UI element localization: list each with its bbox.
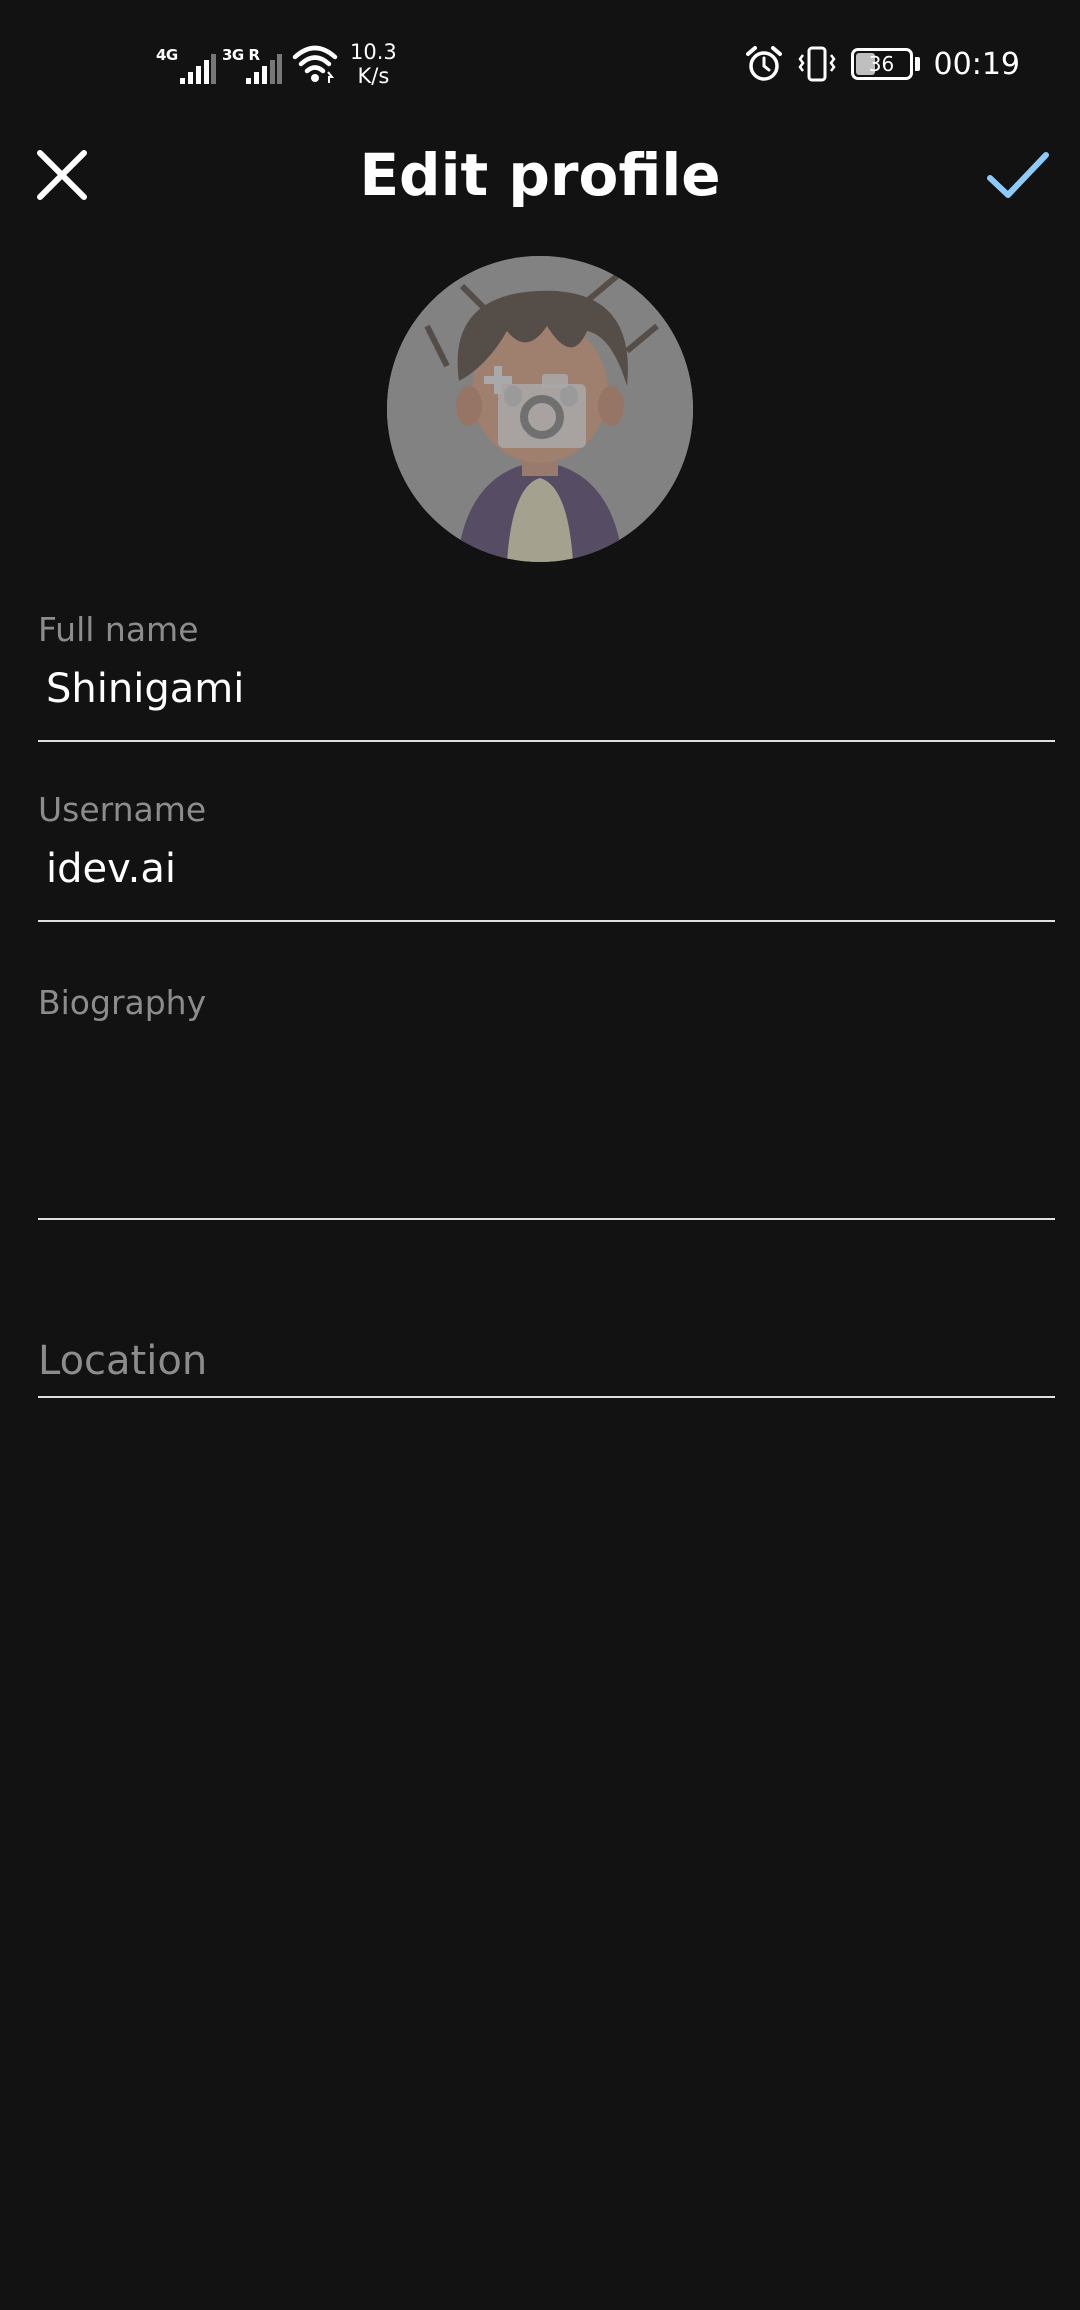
signal-bars-icon — [246, 54, 282, 84]
alarm-icon — [745, 46, 782, 81]
signal-3g: 3G R — [222, 40, 282, 88]
status-bar: 4G 3G R 10.3 K/s 36 00:19 — [0, 0, 1080, 125]
network-speed-unit: K/s — [357, 64, 390, 88]
location-placeholder: Location — [38, 1338, 208, 1384]
biography-input[interactable] — [46, 1045, 1036, 1195]
network-type-label: 4G — [156, 46, 178, 64]
wifi-icon — [292, 45, 338, 83]
page-title: Edit profile — [359, 141, 721, 209]
clock: 00:19 — [933, 46, 1020, 82]
full-name-field[interactable]: Full name — [38, 600, 1055, 742]
top-app-bar: Edit profile — [0, 125, 1080, 225]
battery-level: 36 — [868, 52, 895, 76]
battery-icon: 36 — [850, 48, 913, 80]
username-input[interactable] — [46, 846, 1036, 892]
profile-avatar[interactable] — [387, 256, 693, 562]
biography-field[interactable]: Biography — [38, 975, 1055, 1220]
save-button[interactable] — [982, 143, 1054, 207]
full-name-input[interactable] — [46, 666, 1036, 712]
signal-bars-icon — [180, 54, 216, 84]
status-right: 36 00:19 — [731, 40, 1020, 88]
status-left: 4G 3G R 10.3 K/s — [156, 36, 397, 92]
add-photo-icon — [484, 366, 586, 448]
check-icon — [987, 152, 1049, 198]
vibrate-icon — [797, 46, 836, 82]
network-speed-value: 10.3 — [350, 40, 397, 64]
full-name-label: Full name — [38, 610, 199, 649]
biography-label: Biography — [38, 983, 207, 1022]
network-speed: 10.3 K/s — [350, 40, 397, 88]
signal-4g: 4G — [156, 40, 216, 88]
battery-cap — [914, 57, 920, 71]
username-label: Username — [38, 790, 207, 829]
username-field[interactable]: Username — [38, 780, 1055, 922]
location-field[interactable]: Location — [38, 1330, 1055, 1398]
